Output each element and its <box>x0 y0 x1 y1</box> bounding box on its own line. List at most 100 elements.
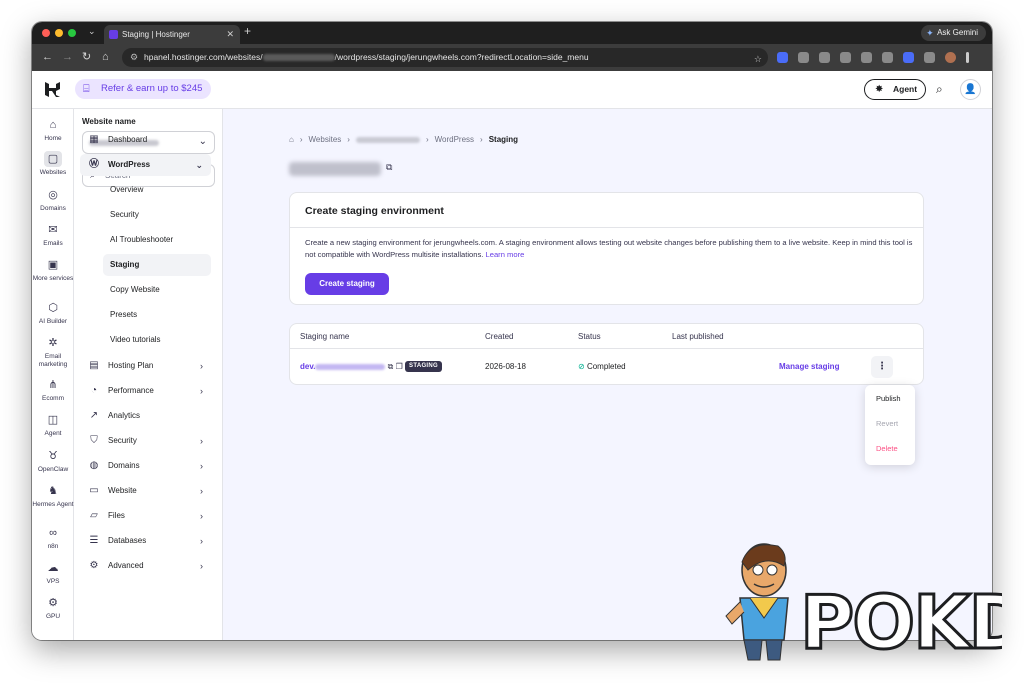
extension-icon[interactable] <box>777 52 788 63</box>
rail-item-websites[interactable]: ▢ Websites <box>32 151 74 177</box>
staging-table: Staging name Created Status Last publish… <box>289 323 924 385</box>
sidebar-item-domains[interactable]: ◍ Domains › <box>80 455 211 477</box>
extension-icon[interactable] <box>798 52 809 63</box>
staging-domain-blurred[interactable] <box>315 363 386 370</box>
rail-item-label: More services <box>32 275 74 282</box>
rail-item-vps[interactable]: ☁ VPS <box>32 560 74 586</box>
rail-item-hermes-agent[interactable]: ♞ Hermes Agent <box>32 483 74 509</box>
extension-icon[interactable] <box>882 52 893 63</box>
sidebar-item-performance[interactable]: ◔ Performance › <box>80 380 211 402</box>
copy-icon[interactable]: ❐ <box>396 362 405 371</box>
revert-menu-item: Revert <box>876 419 899 428</box>
bookmark-star-icon[interactable]: ☆ <box>754 50 762 67</box>
sidebar-item-dashboard[interactable]: ▦ Dashboard <box>80 129 211 151</box>
email-marketing-icon: ✲ <box>48 337 58 349</box>
rail-item-email-marketing[interactable]: ✲ Email marketing <box>32 335 74 369</box>
site-info-icon[interactable]: ⚙ <box>130 48 138 67</box>
rail-item-ai-builder[interactable]: ⬡ AI Builder <box>32 300 74 326</box>
home-icon[interactable]: ⌂ <box>102 50 109 64</box>
breadcrumb-home-icon[interactable]: ⌂ <box>289 135 294 144</box>
breadcrumb-website-blurred[interactable] <box>355 136 420 143</box>
manage-staging-link[interactable]: Manage staging <box>779 349 839 385</box>
sidebar-item-analytics[interactable]: ↗ Analytics <box>80 405 211 427</box>
external-link-icon[interactable]: ⧉ <box>386 162 392 173</box>
rail-item-openclaw[interactable]: ♉ OpenClaw <box>32 448 74 474</box>
create-staging-button[interactable]: Create staging <box>305 273 389 295</box>
rail-item-home[interactable]: ⌂ Home <box>32 117 74 143</box>
rail-item-label: Home <box>44 135 62 142</box>
vps-icon: ☁ <box>47 562 59 574</box>
sidebar-item-files[interactable]: ▱ Files › <box>80 505 211 527</box>
tab-search-icon[interactable]: ⌄ <box>88 26 96 37</box>
created-date: 2026-08-18 <box>485 362 526 371</box>
rail-item-more-services[interactable]: ▣ More services <box>32 257 74 283</box>
chevron-right-icon: › <box>200 436 203 446</box>
back-icon[interactable]: ← <box>42 50 53 64</box>
maximize-window-button[interactable] <box>68 29 76 37</box>
sidebar-item-label: Dashboard <box>108 135 148 144</box>
extension-icon[interactable] <box>840 52 851 63</box>
check-circle-icon: ⊘ <box>578 362 585 371</box>
address-bar[interactable]: ⚙ hpanel.hostinger.com/websites/ /wordpre… <box>122 48 768 67</box>
agent-icon: ◫ <box>47 414 59 426</box>
row-actions-menu: Publish Revert Delete <box>865 385 915 465</box>
sidebar-subitem-copy-website[interactable]: Copy Website <box>103 279 211 301</box>
rail-item-agent[interactable]: ◫ Agent <box>32 412 74 438</box>
rail-item-label: VPS <box>46 578 60 585</box>
publish-menu-item[interactable]: Publish <box>876 394 901 403</box>
sidebar-item-databases[interactable]: ☰ Databases › <box>80 530 211 552</box>
ask-gemini-button[interactable]: ✦ Ask Gemini <box>921 25 986 41</box>
extension-icon[interactable] <box>819 52 830 63</box>
gift-icon: ⌸ <box>83 83 90 95</box>
browser-tab[interactable]: Staging | Hostinger ✕ <box>104 25 240 44</box>
breadcrumb-wordpress[interactable]: WordPress <box>435 135 474 144</box>
sidebar-item-security[interactable]: ⛉ Security › <box>80 430 211 452</box>
more-options-icon[interactable]: ⋮ <box>871 356 893 378</box>
delete-menu-item[interactable]: Delete <box>876 444 898 453</box>
rail-item-label: n8n <box>47 543 59 550</box>
learn-more-link[interactable]: Learn more <box>486 250 525 259</box>
extensions-puzzle-icon[interactable] <box>924 52 935 63</box>
extension-icon[interactable] <box>861 52 872 63</box>
website-icon: ▭ <box>89 485 99 496</box>
rail-item-label: Websites <box>39 169 67 176</box>
breadcrumb-websites[interactable]: Websites <box>309 135 342 144</box>
rail-item-n8n[interactable]: ∞ n8n <box>32 525 74 551</box>
sidebar-subitem-video-tutorials[interactable]: Video tutorials <box>103 329 211 351</box>
rail-item-domains[interactable]: ◎ Domains <box>32 187 74 213</box>
sidebar-subitem-presets[interactable]: Presets <box>103 304 211 326</box>
minimize-window-button[interactable] <box>55 29 63 37</box>
close-tab-icon[interactable]: ✕ <box>226 25 234 44</box>
user-account-icon[interactable]: 👤 <box>960 79 981 100</box>
open-external-icon[interactable]: ⧉ <box>388 362 394 371</box>
pokde-watermark: POKDE.NET <box>725 543 1002 665</box>
sidebar-subitem-overview[interactable]: Overview <box>103 179 211 201</box>
hostinger-logo-icon[interactable] <box>44 81 61 98</box>
rail-item-gpu[interactable]: ⚙ GPU <box>32 595 74 621</box>
new-tab-icon[interactable]: + <box>244 24 251 38</box>
rail-item-emails[interactable]: ✉ Emails <box>32 222 74 248</box>
sidebar-subitem-staging[interactable]: Staging <box>103 254 211 276</box>
app-header: ⌸ Refer & earn up to $245 ✸ Agent ⌕ 👤 <box>32 71 992 109</box>
browser-menu-icon[interactable] <box>966 52 969 63</box>
chevron-right-icon: › <box>200 511 203 521</box>
staging-name-link[interactable]: dev. <box>300 362 315 371</box>
sidebar-item-website[interactable]: ▭ Website › <box>80 480 211 502</box>
rail-item-ecomm[interactable]: ⋔ Ecomm <box>32 377 74 403</box>
header-search-icon[interactable]: ⌕ <box>936 82 943 97</box>
profile-avatar[interactable] <box>945 52 956 63</box>
breadcrumb-separator: › <box>425 135 429 144</box>
sidebar-subitem-ai-troubleshooter[interactable]: AI Troubleshooter <box>103 229 211 251</box>
sidebar-item-hosting-plan[interactable]: ▤ Hosting Plan › <box>80 355 211 377</box>
close-window-button[interactable] <box>42 29 50 37</box>
sidebar-item-wordpress[interactable]: Ⓦ WordPress ⌄ <box>80 154 211 176</box>
globe-icon: ◍ <box>89 460 99 471</box>
refer-earn-button[interactable]: ⌸ Refer & earn up to $245 <box>75 79 212 99</box>
forward-icon[interactable]: → <box>62 50 73 64</box>
reload-icon[interactable]: ↻ <box>82 50 91 64</box>
column-header: Status <box>578 332 601 341</box>
agent-button[interactable]: ✸ Agent <box>864 79 926 100</box>
extension-icon[interactable] <box>903 52 914 63</box>
sidebar-subitem-security[interactable]: Security <box>103 204 211 226</box>
sidebar-item-advanced[interactable]: ⚙ Advanced › <box>80 555 211 577</box>
